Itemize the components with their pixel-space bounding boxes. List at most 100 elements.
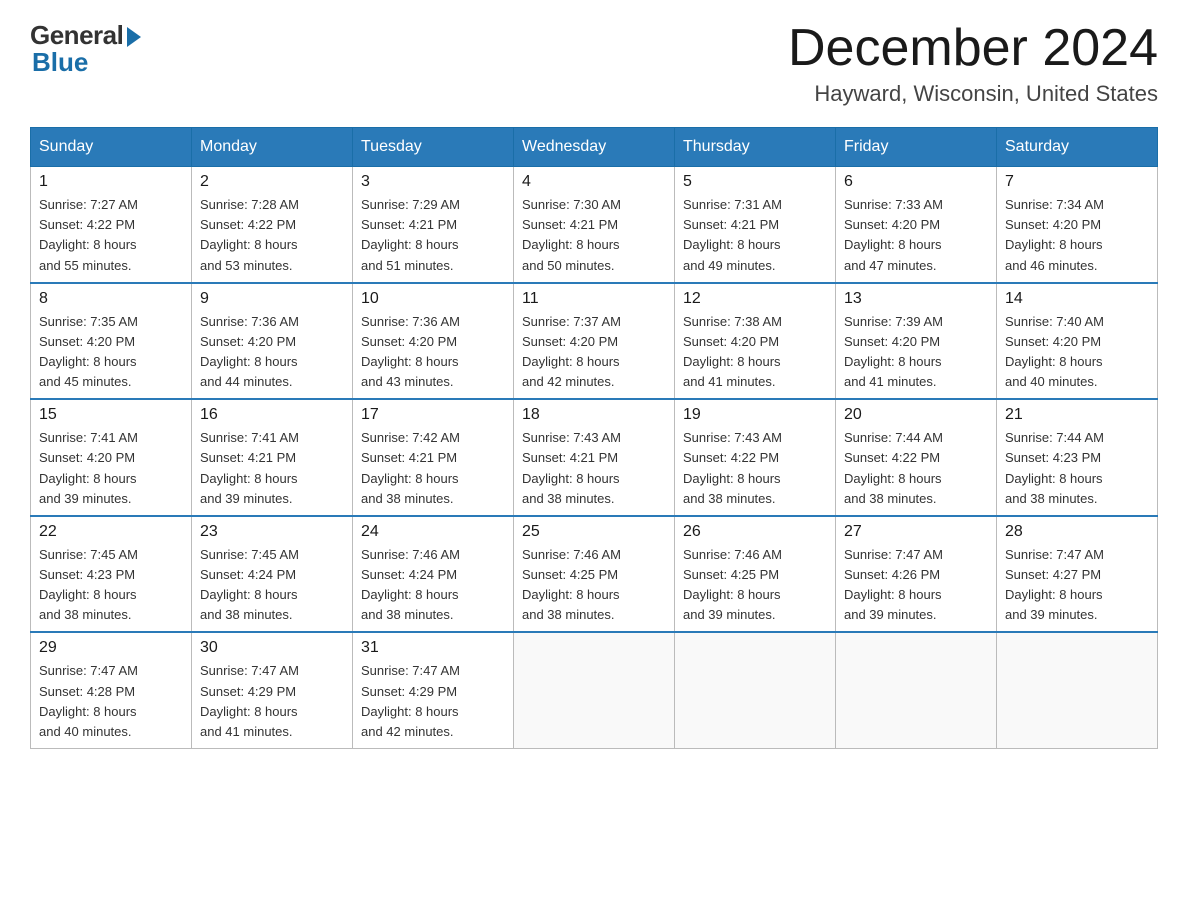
week-row-2: 8 Sunrise: 7:35 AM Sunset: 4:20 PM Dayli… <box>31 283 1158 400</box>
day-info: Sunrise: 7:27 AM Sunset: 4:22 PM Dayligh… <box>39 195 183 276</box>
calendar-cell: 15 Sunrise: 7:41 AM Sunset: 4:20 PM Dayl… <box>31 399 192 516</box>
day-info: Sunrise: 7:44 AM Sunset: 4:23 PM Dayligh… <box>1005 428 1149 509</box>
calendar-cell <box>836 632 997 748</box>
day-number: 4 <box>522 173 666 191</box>
day-info: Sunrise: 7:40 AM Sunset: 4:20 PM Dayligh… <box>1005 312 1149 393</box>
day-number: 24 <box>361 523 505 541</box>
day-info: Sunrise: 7:33 AM Sunset: 4:20 PM Dayligh… <box>844 195 988 276</box>
day-info: Sunrise: 7:47 AM Sunset: 4:27 PM Dayligh… <box>1005 545 1149 626</box>
day-info: Sunrise: 7:43 AM Sunset: 4:22 PM Dayligh… <box>683 428 827 509</box>
weekday-header-wednesday: Wednesday <box>514 128 675 167</box>
day-number: 22 <box>39 523 183 541</box>
day-number: 19 <box>683 406 827 424</box>
logo: General Blue <box>30 20 141 78</box>
day-number: 13 <box>844 290 988 308</box>
day-number: 2 <box>200 173 344 191</box>
day-info: Sunrise: 7:29 AM Sunset: 4:21 PM Dayligh… <box>361 195 505 276</box>
calendar-cell: 13 Sunrise: 7:39 AM Sunset: 4:20 PM Dayl… <box>836 283 997 400</box>
day-number: 23 <box>200 523 344 541</box>
day-info: Sunrise: 7:34 AM Sunset: 4:20 PM Dayligh… <box>1005 195 1149 276</box>
day-info: Sunrise: 7:35 AM Sunset: 4:20 PM Dayligh… <box>39 312 183 393</box>
day-number: 21 <box>1005 406 1149 424</box>
logo-blue-text: Blue <box>32 47 88 78</box>
calendar-cell <box>675 632 836 748</box>
day-info: Sunrise: 7:47 AM Sunset: 4:29 PM Dayligh… <box>200 661 344 742</box>
weekday-header-thursday: Thursday <box>675 128 836 167</box>
day-number: 27 <box>844 523 988 541</box>
calendar-cell: 4 Sunrise: 7:30 AM Sunset: 4:21 PM Dayli… <box>514 167 675 283</box>
day-number: 16 <box>200 406 344 424</box>
day-number: 3 <box>361 173 505 191</box>
logo-arrow-icon <box>127 27 141 47</box>
calendar-cell: 26 Sunrise: 7:46 AM Sunset: 4:25 PM Dayl… <box>675 516 836 633</box>
day-info: Sunrise: 7:28 AM Sunset: 4:22 PM Dayligh… <box>200 195 344 276</box>
week-row-5: 29 Sunrise: 7:47 AM Sunset: 4:28 PM Dayl… <box>31 632 1158 748</box>
day-number: 31 <box>361 639 505 657</box>
day-number: 28 <box>1005 523 1149 541</box>
calendar-table: SundayMondayTuesdayWednesdayThursdayFrid… <box>30 127 1158 749</box>
calendar-cell: 8 Sunrise: 7:35 AM Sunset: 4:20 PM Dayli… <box>31 283 192 400</box>
day-info: Sunrise: 7:46 AM Sunset: 4:25 PM Dayligh… <box>522 545 666 626</box>
calendar-cell: 28 Sunrise: 7:47 AM Sunset: 4:27 PM Dayl… <box>997 516 1158 633</box>
day-info: Sunrise: 7:44 AM Sunset: 4:22 PM Dayligh… <box>844 428 988 509</box>
calendar-cell <box>997 632 1158 748</box>
calendar-cell: 14 Sunrise: 7:40 AM Sunset: 4:20 PM Dayl… <box>997 283 1158 400</box>
day-number: 9 <box>200 290 344 308</box>
calendar-cell: 12 Sunrise: 7:38 AM Sunset: 4:20 PM Dayl… <box>675 283 836 400</box>
day-info: Sunrise: 7:41 AM Sunset: 4:20 PM Dayligh… <box>39 428 183 509</box>
weekday-header-tuesday: Tuesday <box>353 128 514 167</box>
calendar-cell: 18 Sunrise: 7:43 AM Sunset: 4:21 PM Dayl… <box>514 399 675 516</box>
calendar-cell: 7 Sunrise: 7:34 AM Sunset: 4:20 PM Dayli… <box>997 167 1158 283</box>
calendar-cell: 31 Sunrise: 7:47 AM Sunset: 4:29 PM Dayl… <box>353 632 514 748</box>
day-info: Sunrise: 7:47 AM Sunset: 4:26 PM Dayligh… <box>844 545 988 626</box>
calendar-cell: 25 Sunrise: 7:46 AM Sunset: 4:25 PM Dayl… <box>514 516 675 633</box>
calendar-cell: 3 Sunrise: 7:29 AM Sunset: 4:21 PM Dayli… <box>353 167 514 283</box>
day-info: Sunrise: 7:39 AM Sunset: 4:20 PM Dayligh… <box>844 312 988 393</box>
calendar-cell: 9 Sunrise: 7:36 AM Sunset: 4:20 PM Dayli… <box>192 283 353 400</box>
weekday-header-saturday: Saturday <box>997 128 1158 167</box>
day-info: Sunrise: 7:47 AM Sunset: 4:29 PM Dayligh… <box>361 661 505 742</box>
day-info: Sunrise: 7:41 AM Sunset: 4:21 PM Dayligh… <box>200 428 344 509</box>
week-row-4: 22 Sunrise: 7:45 AM Sunset: 4:23 PM Dayl… <box>31 516 1158 633</box>
day-number: 7 <box>1005 173 1149 191</box>
calendar-cell: 6 Sunrise: 7:33 AM Sunset: 4:20 PM Dayli… <box>836 167 997 283</box>
day-number: 17 <box>361 406 505 424</box>
day-number: 30 <box>200 639 344 657</box>
calendar-cell: 5 Sunrise: 7:31 AM Sunset: 4:21 PM Dayli… <box>675 167 836 283</box>
day-info: Sunrise: 7:43 AM Sunset: 4:21 PM Dayligh… <box>522 428 666 509</box>
day-number: 14 <box>1005 290 1149 308</box>
calendar-cell: 1 Sunrise: 7:27 AM Sunset: 4:22 PM Dayli… <box>31 167 192 283</box>
calendar-cell: 10 Sunrise: 7:36 AM Sunset: 4:20 PM Dayl… <box>353 283 514 400</box>
day-number: 6 <box>844 173 988 191</box>
calendar-cell: 11 Sunrise: 7:37 AM Sunset: 4:20 PM Dayl… <box>514 283 675 400</box>
calendar-cell: 30 Sunrise: 7:47 AM Sunset: 4:29 PM Dayl… <box>192 632 353 748</box>
day-info: Sunrise: 7:36 AM Sunset: 4:20 PM Dayligh… <box>200 312 344 393</box>
day-number: 26 <box>683 523 827 541</box>
day-info: Sunrise: 7:45 AM Sunset: 4:23 PM Dayligh… <box>39 545 183 626</box>
day-info: Sunrise: 7:46 AM Sunset: 4:24 PM Dayligh… <box>361 545 505 626</box>
day-number: 8 <box>39 290 183 308</box>
calendar-cell: 17 Sunrise: 7:42 AM Sunset: 4:21 PM Dayl… <box>353 399 514 516</box>
day-number: 5 <box>683 173 827 191</box>
day-info: Sunrise: 7:47 AM Sunset: 4:28 PM Dayligh… <box>39 661 183 742</box>
calendar-cell: 24 Sunrise: 7:46 AM Sunset: 4:24 PM Dayl… <box>353 516 514 633</box>
day-number: 29 <box>39 639 183 657</box>
day-number: 12 <box>683 290 827 308</box>
weekday-header-friday: Friday <box>836 128 997 167</box>
calendar-cell: 19 Sunrise: 7:43 AM Sunset: 4:22 PM Dayl… <box>675 399 836 516</box>
calendar-cell: 21 Sunrise: 7:44 AM Sunset: 4:23 PM Dayl… <box>997 399 1158 516</box>
week-row-3: 15 Sunrise: 7:41 AM Sunset: 4:20 PM Dayl… <box>31 399 1158 516</box>
day-info: Sunrise: 7:30 AM Sunset: 4:21 PM Dayligh… <box>522 195 666 276</box>
day-number: 25 <box>522 523 666 541</box>
calendar-cell <box>514 632 675 748</box>
month-title: December 2024 <box>788 20 1158 77</box>
location-title: Hayward, Wisconsin, United States <box>788 81 1158 107</box>
calendar-cell: 23 Sunrise: 7:45 AM Sunset: 4:24 PM Dayl… <box>192 516 353 633</box>
day-info: Sunrise: 7:37 AM Sunset: 4:20 PM Dayligh… <box>522 312 666 393</box>
day-info: Sunrise: 7:38 AM Sunset: 4:20 PM Dayligh… <box>683 312 827 393</box>
calendar-cell: 27 Sunrise: 7:47 AM Sunset: 4:26 PM Dayl… <box>836 516 997 633</box>
day-info: Sunrise: 7:42 AM Sunset: 4:21 PM Dayligh… <box>361 428 505 509</box>
day-number: 15 <box>39 406 183 424</box>
week-row-1: 1 Sunrise: 7:27 AM Sunset: 4:22 PM Dayli… <box>31 167 1158 283</box>
weekday-header-row: SundayMondayTuesdayWednesdayThursdayFrid… <box>31 128 1158 167</box>
